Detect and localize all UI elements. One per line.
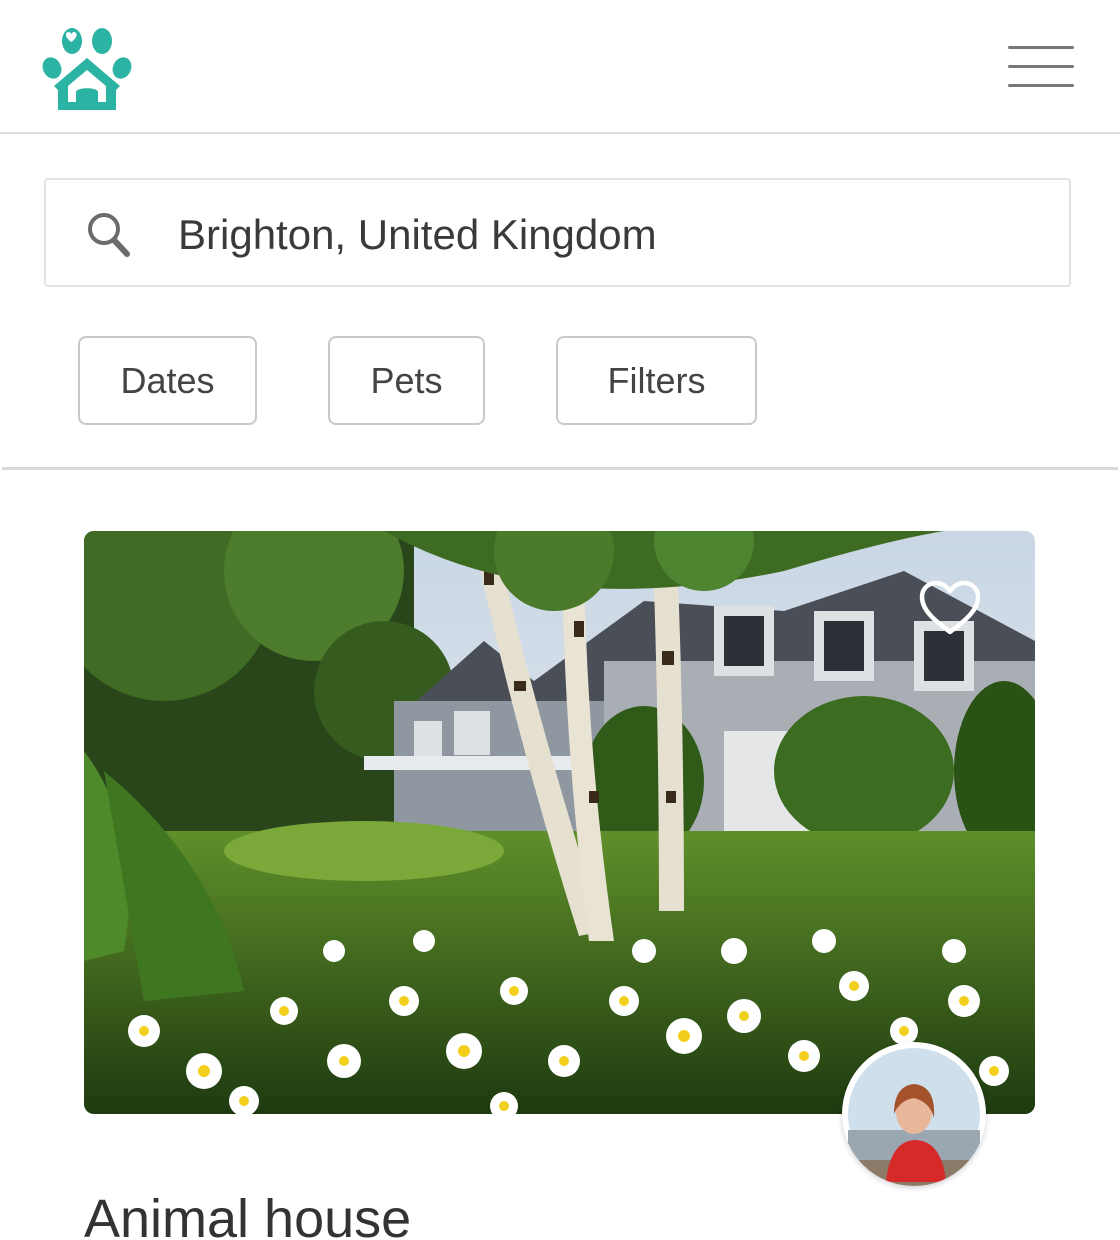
pets-filter-button[interactable]: Pets [328,336,485,425]
dates-filter-button[interactable]: Dates [78,336,257,425]
listing-photo[interactable] [84,531,1035,1114]
heart-outline-icon[interactable] [916,578,984,640]
header-divider [0,132,1120,134]
host-photo [848,1048,980,1186]
host-avatar[interactable] [842,1042,986,1186]
paw-house-logo-icon[interactable] [40,24,134,114]
filters-divider [2,467,1118,470]
hamburger-menu-icon[interactable] [1008,44,1076,92]
filters-button[interactable]: Filters [556,336,757,425]
house-garden-image [84,531,1035,1114]
search-icon [88,213,130,257]
search-results-page: Dates Pets Filters [0,0,1120,1240]
search-input[interactable] [178,204,1038,266]
listing-title[interactable]: Animal house [84,1186,411,1240]
app-header [0,0,1120,132]
